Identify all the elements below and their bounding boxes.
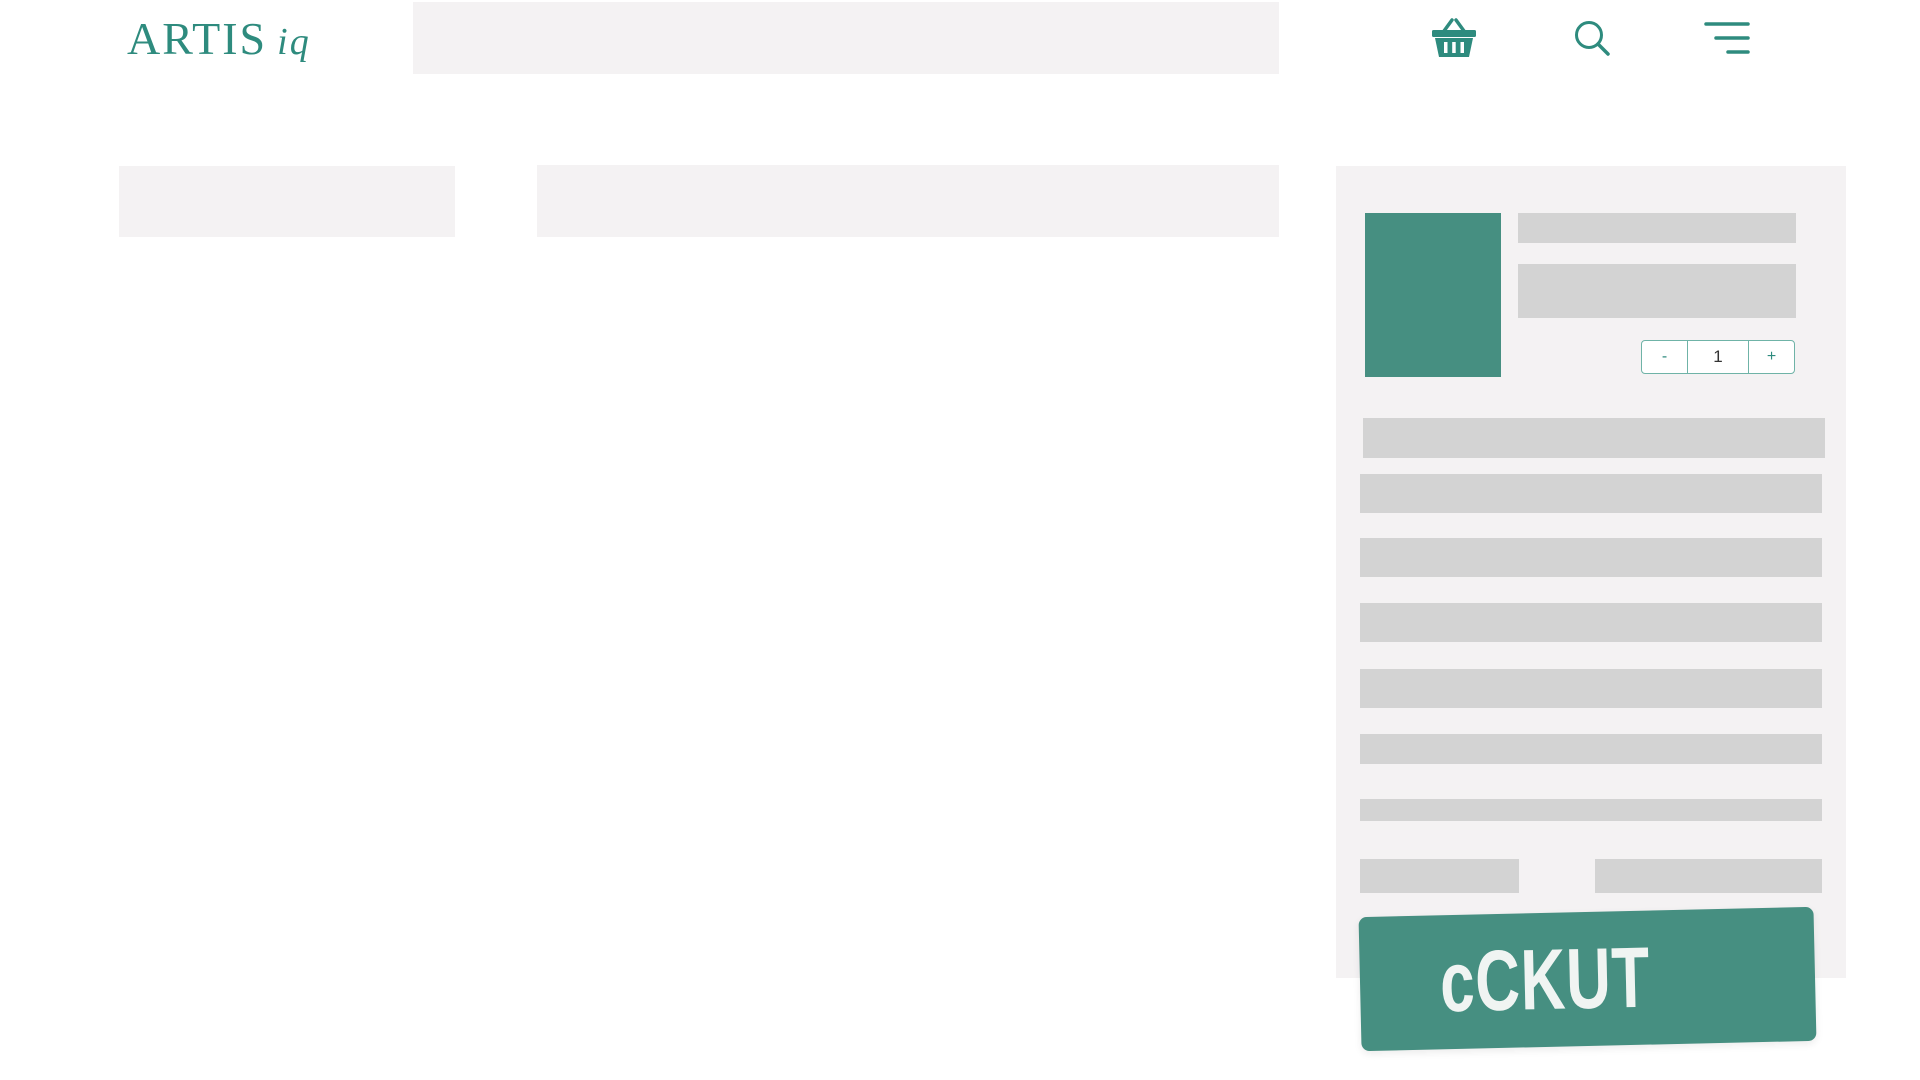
menu-icon[interactable] bbox=[1702, 14, 1754, 62]
quantity-increment-button[interactable]: + bbox=[1749, 341, 1794, 373]
checkout-button-label: cCKUT bbox=[1438, 929, 1652, 1031]
summary-title-placeholder bbox=[1363, 418, 1825, 458]
basket-icon[interactable] bbox=[1428, 14, 1480, 62]
left-panel-placeholder bbox=[119, 166, 455, 237]
center-panel-placeholder bbox=[537, 165, 1279, 237]
quantity-value[interactable]: 1 bbox=[1687, 341, 1749, 373]
quantity-decrement-button[interactable]: - bbox=[1642, 341, 1687, 373]
artis-iq-logo[interactable]: ARTIS iq bbox=[127, 13, 309, 64]
logo-suffix: iq bbox=[277, 21, 311, 63]
summary-line-placeholder bbox=[1360, 734, 1822, 764]
total-label-placeholder bbox=[1360, 859, 1519, 893]
total-value-placeholder bbox=[1595, 859, 1822, 893]
product-image[interactable] bbox=[1365, 213, 1501, 377]
search-icon[interactable] bbox=[1566, 14, 1618, 62]
quantity-stepper[interactable]: - 1 + bbox=[1641, 340, 1795, 374]
summary-line-placeholder bbox=[1360, 799, 1822, 821]
product-description-placeholder bbox=[1518, 264, 1796, 318]
summary-line-placeholder bbox=[1360, 603, 1822, 642]
product-title-placeholder bbox=[1518, 213, 1796, 243]
header-search-placeholder bbox=[413, 2, 1279, 74]
summary-line-placeholder bbox=[1360, 538, 1822, 577]
summary-line-placeholder bbox=[1360, 474, 1822, 513]
checkout-button[interactable]: cCKUT bbox=[1358, 906, 1817, 1052]
summary-line-placeholder bbox=[1360, 669, 1822, 708]
logo-text: ARTIS bbox=[127, 13, 268, 64]
